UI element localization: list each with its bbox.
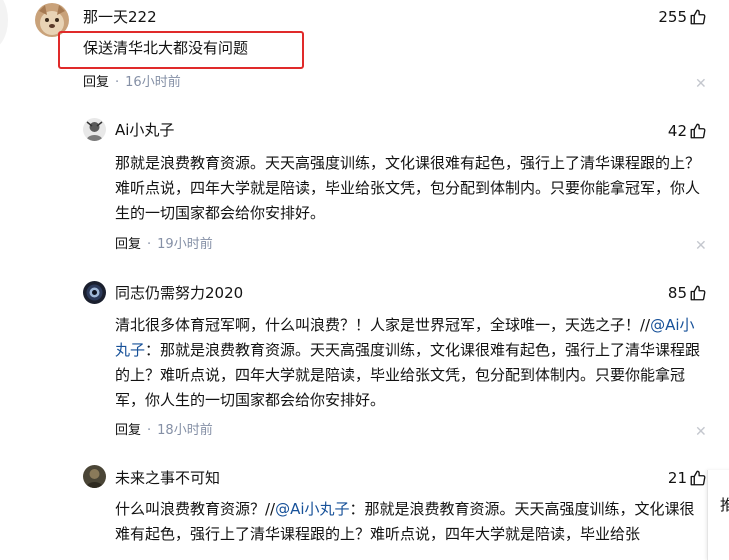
thumbs-up-icon: [690, 470, 706, 486]
thumbs-up-icon: [690, 9, 706, 25]
side-panel-char: 推: [720, 496, 729, 514]
comment-text: ：那就是浪费教育资源。天天高强度训练，文化课很难有起色，强行上了清华课程跟的上？…: [115, 341, 701, 409]
close-icon[interactable]: ✕: [695, 425, 707, 439]
reply-button[interactable]: 回复: [83, 74, 109, 92]
comment-text: 清北很多体育冠军啊，什么叫浪费？！人家是世界冠军，全球唯一，天选之子！//: [115, 316, 651, 334]
comment-content: 什么叫浪费教育资源？//@Ai小丸子：那就是浪费教育资源。天天高强度训练，文化课…: [115, 497, 707, 547]
close-icon[interactable]: ✕: [695, 77, 707, 91]
separator-dot: ·: [115, 75, 120, 90]
like-button[interactable]: 21: [668, 468, 707, 488]
close-icon[interactable]: ✕: [695, 239, 707, 253]
avatar[interactable]: [83, 465, 106, 488]
like-count: 85: [667, 284, 687, 302]
thumbs-up-icon: [690, 285, 706, 301]
thumbs-up-icon: [690, 123, 706, 139]
background-shape: [0, 0, 8, 50]
like-count: 42: [667, 122, 687, 140]
like-button[interactable]: 255: [658, 7, 707, 27]
comment-content: 保送清华北大都没有问题: [83, 39, 249, 57]
comment-content: 清北很多体育冠军啊，什么叫浪费？！人家是世界冠军，全球唯一，天选之子！//@Ai…: [115, 313, 707, 413]
timestamp: 18小时前: [157, 423, 213, 438]
like-count: 255: [658, 8, 687, 26]
avatar[interactable]: [83, 118, 106, 141]
comment-text: 什么叫浪费教育资源？//: [115, 500, 276, 518]
like-button[interactable]: 85: [668, 283, 707, 303]
comment-meta: 回复 · 16小时前: [83, 74, 181, 92]
separator-dot: ·: [147, 237, 152, 252]
username[interactable]: 那一天222: [83, 7, 157, 27]
username[interactable]: 同志仍需努力2020: [115, 283, 243, 303]
avatar[interactable]: [83, 281, 106, 304]
separator-dot: ·: [147, 423, 152, 438]
timestamp: 19小时前: [157, 237, 213, 252]
timestamp: 16小时前: [125, 75, 181, 90]
username[interactable]: Ai小丸子: [115, 120, 174, 140]
reply-button[interactable]: 回复: [115, 422, 141, 440]
side-panel-edge[interactable]: 推: [707, 470, 729, 560]
comment-meta: 回复 · 18小时前: [115, 422, 213, 440]
comment-meta: 回复 · 19小时前: [115, 236, 213, 254]
comment-content: 那就是浪费教育资源。天天高强度训练，文化课很难有起色，强行上了清华课程跟的上？难…: [115, 154, 701, 222]
like-button[interactable]: 42: [668, 121, 707, 141]
username[interactable]: 未来之事不可知: [115, 468, 220, 488]
like-count: 21: [667, 469, 687, 487]
mention-link[interactable]: @Ai小丸子: [275, 500, 349, 518]
reply-button[interactable]: 回复: [115, 236, 141, 254]
